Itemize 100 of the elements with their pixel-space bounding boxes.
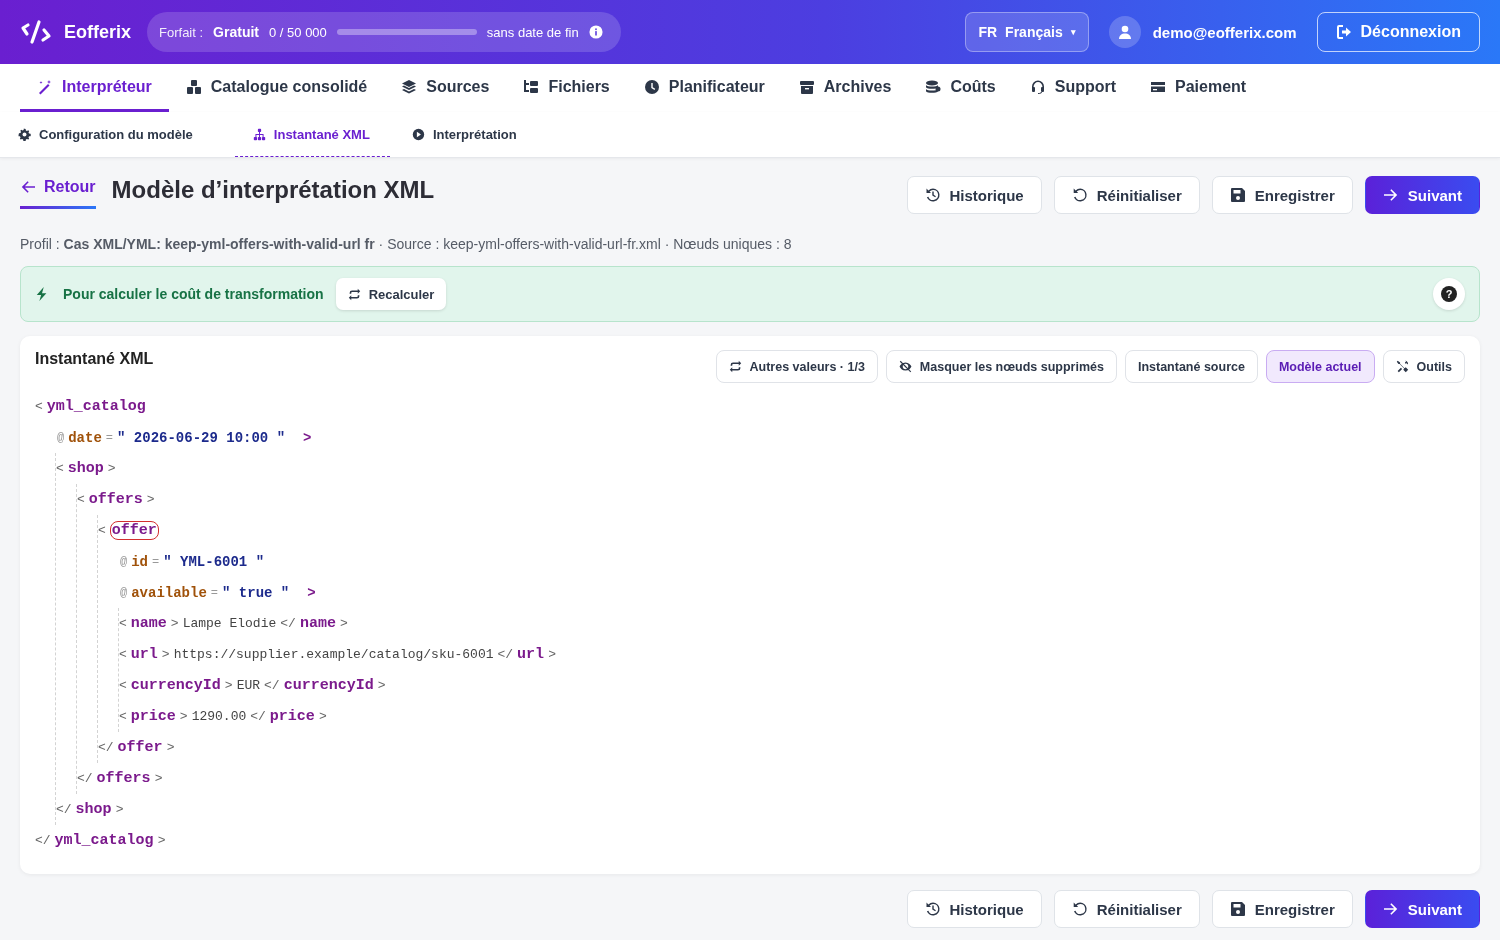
at-sign: @	[120, 554, 128, 569]
language-selector[interactable]: FR Français ▾	[965, 12, 1089, 52]
attribute-name: available	[131, 584, 207, 601]
nav-tab[interactable]: Coûts	[908, 64, 1013, 112]
repeat-icon	[728, 360, 742, 373]
angle-bracket: </	[250, 709, 266, 724]
toolbar-button[interactable]: Instantané source	[1124, 350, 1258, 383]
attribute-value: " YML-6001 "	[163, 553, 265, 570]
eye-slash-icon	[898, 360, 912, 373]
coins-icon	[925, 78, 942, 95]
play-circle-icon	[411, 127, 425, 141]
angle-bracket: >	[166, 740, 175, 755]
sub-tab[interactable]: Instantané XML	[234, 112, 390, 157]
angle-bracket: >	[170, 616, 179, 631]
at-sign: @	[57, 430, 65, 445]
magic-wand-icon	[37, 78, 53, 95]
bolt-icon	[35, 287, 49, 301]
element-text: https://supplier.example/catalog/sku-6001	[173, 647, 494, 662]
xml-tag: shop	[75, 801, 112, 818]
avatar-icon	[1108, 16, 1141, 48]
xml-tag: price	[130, 708, 176, 725]
angle-bracket: >	[161, 647, 170, 662]
xml-tag: offers	[88, 491, 143, 508]
usage-count: 0 / 50 000	[269, 24, 327, 40]
recalculate-button[interactable]: Recalculer	[335, 278, 447, 310]
nav-tab[interactable]: Planificateur	[626, 64, 782, 112]
save-button[interactable]: Enregistrer	[1211, 176, 1353, 214]
xml-tag: url	[130, 646, 158, 663]
angle-bracket: >	[224, 678, 233, 693]
sign-out-icon	[1335, 24, 1352, 40]
nav-tab[interactable]: Archives	[781, 64, 909, 112]
xml-tag: name	[299, 615, 336, 632]
angle-bracket: <	[56, 461, 64, 476]
nav-tab[interactable]: Paiement	[1133, 64, 1264, 112]
reset-button[interactable]: Réinitialiser	[1053, 176, 1200, 214]
next-button[interactable]: Suivant	[1364, 176, 1480, 214]
save-button[interactable]: Enregistrer	[1211, 890, 1353, 928]
next-button[interactable]: Suivant	[1364, 890, 1480, 928]
toolbar-button[interactable]: Masquer les nœuds supprimés	[885, 350, 1117, 383]
angle-bracket: </	[77, 771, 93, 786]
clock-icon	[643, 78, 660, 95]
toolbar-button[interactable]: Autres valeurs · 1/3	[715, 350, 878, 383]
plan-expiry: sans date de fin	[486, 24, 579, 40]
angle-bracket: >	[339, 616, 348, 631]
angle-bracket: </	[264, 678, 280, 693]
element-text: 1290.00	[191, 709, 247, 724]
angle-bracket: <	[119, 678, 127, 693]
attribute-name: id	[131, 553, 148, 570]
tools-icon	[1395, 360, 1409, 373]
reset-button[interactable]: Réinitialiser	[1053, 890, 1200, 928]
user-email: demo@eofferix.com	[1152, 23, 1297, 41]
angle-bracket: >	[307, 584, 316, 601]
nav-tab[interactable]: Support	[1012, 64, 1134, 112]
xml-tag: url	[517, 646, 545, 663]
toolbar-button[interactable]: Outils	[1382, 350, 1465, 383]
gear-icon	[18, 127, 31, 141]
undo-icon	[1071, 187, 1088, 203]
logout-button[interactable]: Déconnexion	[1316, 12, 1480, 52]
history-icon	[924, 901, 941, 917]
toolbar-button[interactable]: Modèle actuel	[1265, 350, 1375, 383]
angle-bracket: <	[119, 616, 127, 631]
element-text: Lampe Elodie	[182, 616, 277, 631]
angle-bracket: <	[35, 399, 43, 414]
attribute-name: date	[68, 429, 102, 446]
nav-tab[interactable]: Sources	[384, 64, 507, 112]
logo-icon	[20, 19, 52, 45]
angle-bracket: >	[146, 492, 155, 507]
angle-bracket: </	[98, 740, 114, 755]
layers-icon	[401, 78, 418, 95]
info-icon	[588, 25, 603, 39]
xml-tag: yml_catalog	[54, 832, 154, 849]
boxes-icon	[185, 78, 202, 95]
sub-tab[interactable]: Interprétation	[411, 112, 537, 157]
angle-bracket: <	[98, 523, 106, 538]
xml-tag: offer	[117, 739, 163, 756]
angle-bracket: >	[303, 429, 312, 446]
xml-tag: currencyId	[130, 677, 221, 694]
headset-icon	[1029, 78, 1046, 95]
xml-tag: offers	[96, 770, 151, 787]
xml-tag: yml_catalog	[46, 398, 146, 415]
history-button[interactable]: Historique	[906, 176, 1042, 214]
plan-label: Forfait :	[159, 24, 204, 40]
plan-name: Gratuit	[213, 24, 259, 40]
nav-tab[interactable]: Catalogue consolidé	[168, 64, 385, 112]
equals-sign: =	[152, 554, 160, 569]
profile-info: Profil : Cas XML/YML: keep-yml-offers-with-valid-url fr · Source : keep-yml-offers-with-valid-url-fr.xml · Nœuds uniques : 8	[20, 236, 793, 252]
sub-tab[interactable]: Configuration du modèle	[18, 112, 213, 157]
nav-tab[interactable]: Fichiers	[506, 64, 627, 112]
hierarchy-icon	[252, 127, 266, 141]
back-link[interactable]: Retour	[20, 176, 96, 209]
equals-sign: =	[210, 585, 219, 600]
angle-bracket: >	[548, 647, 556, 662]
attribute-value: " true "	[222, 584, 290, 601]
xml-tag: shop	[67, 460, 104, 477]
help-button[interactable]: ?	[1433, 278, 1465, 310]
undo-icon	[1071, 901, 1088, 917]
xml-tag: name	[130, 615, 167, 632]
archive-icon	[798, 78, 815, 95]
angle-bracket: >	[107, 461, 116, 476]
history-button[interactable]: Historique	[906, 890, 1042, 928]
